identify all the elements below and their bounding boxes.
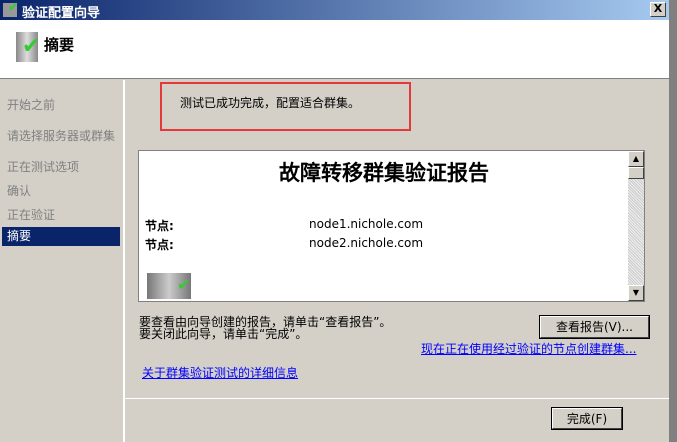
scroll-up-icon[interactable]: ▲ (628, 151, 644, 167)
node-value: node1.nichole.com (309, 217, 424, 231)
status-text: 测试已成功完成，配置适合群集。 (180, 96, 361, 110)
instruction-text: 要关闭此向导，请单击“完成”。 (139, 327, 308, 341)
create-cluster-link[interactable]: 现在正在使用经过验证的节点创建群集... (421, 340, 636, 357)
server-check-icon: ✔ (16, 32, 40, 62)
page-title: 摘要 (44, 36, 75, 54)
step-confirm: 确认 (7, 184, 32, 198)
background-window (669, 0, 677, 442)
wizard-steps: 开始之前 请选择服务器或群集 正在测试选项 确认 正在验证 摘要 (0, 80, 125, 442)
scroll-thumb[interactable] (628, 167, 644, 179)
close-button[interactable]: X (650, 2, 666, 17)
step-before-you-begin: 开始之前 (7, 98, 56, 112)
node-value: node2.nichole.com (309, 236, 424, 250)
step-validating: 正在验证 (7, 208, 56, 222)
divider (125, 398, 669, 399)
view-report-button[interactable]: 查看报告(V)... (539, 315, 650, 339)
more-info-link[interactable]: 关于群集验证测试的详细信息 (142, 364, 298, 381)
report-view[interactable]: 故障转移群集验证报告 节点: node1.nichole.com 节点: nod… (138, 150, 645, 302)
node-label: 节点: (145, 219, 174, 233)
title-bar: ✔ 验证配置向导 X (0, 0, 669, 21)
scrollbar[interactable]: ▲ ▼ (628, 151, 644, 301)
step-select-servers: 请选择服务器或群集 (7, 129, 116, 143)
step-testing-options: 正在测试选项 (7, 160, 80, 174)
finish-button[interactable]: 完成(F) (551, 407, 623, 430)
cluster-icon: ✔ (147, 273, 191, 299)
step-summary: 摘要 (2, 227, 120, 246)
header: ✔ 摘要 (0, 20, 669, 79)
wizard-icon: ✔ (3, 0, 19, 17)
scroll-down-icon[interactable]: ▼ (628, 285, 644, 301)
window-title: 验证配置向导 (22, 6, 101, 21)
node-label: 节点: (145, 238, 174, 252)
report-title: 故障转移群集验证报告 (279, 160, 489, 185)
